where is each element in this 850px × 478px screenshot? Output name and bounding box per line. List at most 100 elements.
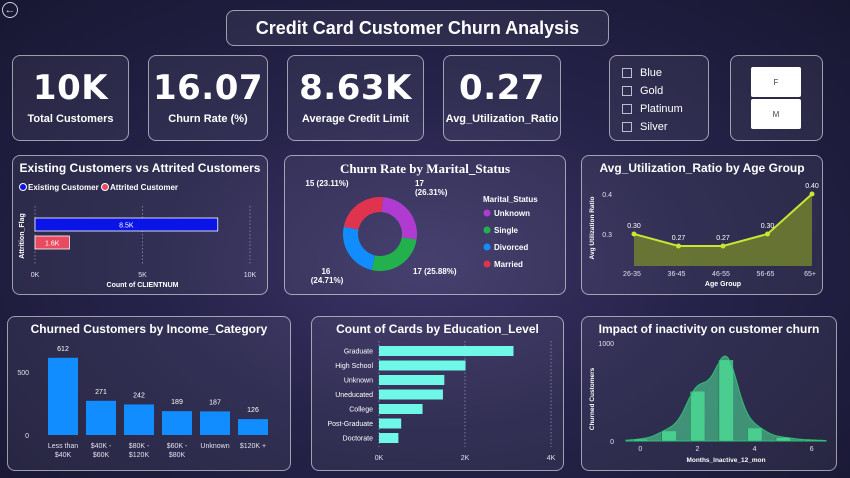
kpi-label: Avg_Utilization_Ratio [445, 112, 559, 125]
checkbox-icon[interactable] [622, 104, 632, 114]
slicer-item-platinum[interactable]: Platinum [622, 100, 708, 118]
chart-churn-by-marital-status: Churn Rate by Marital_Status 17 (26.31%) 1… [284, 155, 566, 295]
slicer-item-blue[interactable]: Blue [622, 64, 708, 82]
legend-marker-attrited [101, 183, 109, 191]
donut-slice-divorced [343, 226, 376, 271]
legend-marker [483, 243, 491, 251]
data-point [765, 231, 770, 237]
kpi-label: Total Customers [27, 112, 114, 125]
x-axis-label: Count of CLIENTNUM [107, 282, 179, 289]
data-label: 126 [247, 407, 259, 414]
slice-label: 17 (26.31%) [415, 179, 448, 197]
checkbox-icon[interactable] [622, 86, 632, 96]
data-label: 187 [209, 399, 221, 406]
legend-marker [483, 209, 491, 217]
x-tick-label: 36-45 [668, 271, 686, 278]
gender-button-f[interactable]: F [751, 67, 801, 97]
x-tick-label: 56-65 [757, 271, 775, 278]
kpi-value: 16.07 [152, 68, 264, 109]
x-tick-label: 10K [244, 272, 257, 279]
bar [86, 400, 116, 435]
data-label: 0.30 [627, 223, 641, 230]
data-label: 242 [133, 392, 145, 399]
legend-label: Married [494, 260, 523, 269]
donut-slice-married [343, 197, 383, 230]
x-tick-label: Less than $40K [48, 443, 78, 459]
slicer-item-gold[interactable]: Gold [622, 82, 708, 100]
x-tick-label: 4K [547, 455, 556, 462]
legend-marker-existing [19, 183, 27, 191]
chart-churn-by-income-category: Churned Customers by Income_Category 0 50… [7, 316, 291, 471]
legend-marker [483, 226, 491, 234]
x-tick-label: 6 [810, 446, 814, 453]
chart-utilization-by-age-group: Avg_Utilization_Ratio by Age Group 0.3 0.… [581, 155, 823, 295]
slice-label: 17 (25.88%) [413, 267, 457, 276]
chart-cards-by-education-level: Count of Cards by Education_Level 0K 2K 4K… [311, 316, 564, 471]
legend-label: Unknown [494, 209, 530, 218]
checkbox-icon[interactable] [622, 68, 632, 78]
y-axis-label: Churned Customers [589, 367, 596, 430]
chart-inactivity-impact-svg: 0 1000 0 2 4 6 Months_Inactive_12_mon Churned C… [589, 341, 827, 464]
x-tick-label: 65+ [804, 271, 816, 278]
chart-utilization-by-age-group-svg: 0.3 0.4 0.30 26-35 0.27 36-45 0.27 46-55 0.30 56-… [589, 183, 819, 288]
legend-title: Marital_Status [483, 195, 538, 204]
bar [379, 360, 466, 371]
legend-label: Divorced [494, 243, 528, 252]
bar [379, 433, 399, 443]
x-tick-label: 0 [638, 446, 642, 453]
x-tick-label: 2 [695, 446, 699, 453]
y-tick-label: Graduate [344, 349, 373, 356]
data-label: 189 [171, 399, 183, 406]
kpi-label: Average Credit Limit [301, 112, 410, 125]
data-label: 0.40 [805, 183, 819, 190]
data-label: 0.27 [672, 235, 686, 242]
bar [379, 404, 423, 414]
gender-button-m[interactable]: M [751, 99, 801, 129]
checkbox-icon[interactable] [622, 122, 632, 132]
x-tick-label: Unknown [200, 443, 229, 450]
data-point [676, 243, 681, 249]
legend-label-existing: Existing Customer [28, 183, 99, 192]
kpi-value: 0.27 [459, 68, 545, 109]
legend-label-attrited: Attrited Customer [110, 183, 178, 192]
chart-existing-vs-attrited-svg: Existing Customer Attrited Customer 0K 5K 10… [19, 183, 257, 289]
x-tick-label: 0K [375, 455, 384, 462]
x-tick-label: 4 [753, 446, 757, 453]
slice-label: 15 (23.11%) [305, 179, 348, 188]
y-tick-label: Doctorate [343, 436, 373, 443]
data-label: 1.6K [45, 241, 60, 248]
y-tick-label: Post-Graduate [327, 421, 373, 428]
y-tick-label: 0.3 [602, 232, 612, 239]
x-tick-label: $40K -$60K [91, 443, 112, 459]
gender-slicer: F M [730, 55, 823, 141]
kpi-churn-rate: 16.07 Churn Rate (%) [148, 55, 268, 141]
page-title: Credit Card Customer Churn Analysis [226, 10, 609, 46]
data-label: 8.5K [119, 223, 134, 230]
y-tick-label: 500 [17, 370, 29, 377]
data-label: 612 [57, 346, 69, 353]
y-tick-label: Unknown [344, 378, 373, 385]
x-tick-label: $120K + [240, 443, 266, 450]
bar [200, 411, 230, 435]
x-tick-label: $60K -$80K [167, 443, 188, 459]
slicer-item-silver[interactable]: Silver [622, 118, 708, 136]
back-arrow-icon[interactable]: ← [2, 2, 18, 18]
data-label: 0.30 [761, 223, 775, 230]
data-label: 271 [95, 389, 107, 396]
bar [379, 375, 445, 385]
bar [379, 346, 514, 356]
x-axis-label: Age Group [705, 281, 741, 288]
bar [162, 411, 192, 435]
y-tick-label: 0 [610, 439, 614, 446]
chart-inactivity-impact: Impact of inactivity on customer churn 0… [581, 316, 837, 471]
y-tick-label: College [349, 407, 373, 414]
y-axis-label: Attrition_Flag [19, 213, 26, 259]
chart-churn-by-marital-status-svg: 17 (26.31%) 17 (25.88%) 16 (24.71%) 15 (23.1… [305, 179, 538, 285]
donut-slice-single [371, 237, 417, 271]
chart-churn-by-income-category-svg: 0 500 612 Less than $40K 271 $40K -$60K 242 $80K… [17, 346, 268, 459]
donut-slice-unknown [381, 197, 417, 240]
bar [379, 418, 402, 429]
y-tick-label: 0.4 [602, 192, 612, 199]
bar [379, 389, 443, 400]
x-tick-label: $80K -$120K [129, 443, 150, 459]
